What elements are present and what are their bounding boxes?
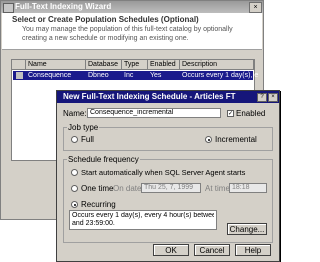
table-row[interactable]: Consequence Dbneo Inc Yes Occurs every 1… — [13, 71, 258, 80]
schedule-dialog: New Full-Text Indexing Schedule - Articl… — [56, 90, 280, 262]
wizard-header: Select or Create Population Schedules (O… — [2, 13, 262, 50]
dialog-close-button[interactable]: × — [268, 93, 278, 102]
row-name: Consequence — [28, 72, 72, 79]
row-database: Dbneo — [88, 72, 109, 79]
on-date-label: On date: — [113, 184, 144, 193]
wizard-header-line1: You may manage the population of this fu… — [22, 26, 233, 33]
recurring-desc-line2: and 23:59:00. — [72, 220, 115, 227]
column-header-enabled[interactable]: Enabled — [148, 60, 180, 70]
cancel-button[interactable]: Cancel — [194, 244, 230, 256]
column-header-icon — [12, 60, 26, 70]
row-enabled: Yes — [150, 72, 162, 79]
schedule-frequency-title: Schedule frequency — [67, 155, 140, 164]
wizard-header-line2: creating a new schedule or modifying an … — [22, 35, 189, 42]
enabled-checkbox[interactable]: ✓ — [227, 110, 234, 117]
recurring-radio[interactable] — [71, 201, 78, 208]
start-auto-label: Start automatically when SQL Server Agen… — [81, 168, 246, 177]
dialog-title-bar: New Full-Text Indexing Schedule - Articl… — [57, 91, 279, 103]
wizard-close-button[interactable]: × — [249, 2, 262, 13]
one-time-label: One time — [81, 184, 114, 193]
name-input[interactable]: Consequence_incremental — [87, 108, 221, 118]
recurring-desc-line1: Occurs every 1 day(s), every 4 hour(s) b… — [72, 212, 214, 219]
recurring-label: Recurring — [81, 200, 116, 209]
wizard-header-title: Select or Create Population Schedules (O… — [12, 15, 199, 24]
app-icon — [3, 3, 14, 13]
recurring-description: Occurs every 1 day(s), every 4 hour(s) b… — [69, 210, 217, 230]
enabled-label: Enabled — [236, 109, 266, 118]
one-time-radio[interactable] — [71, 185, 78, 192]
row-description: Occurs every 1 day(s), e — [182, 72, 259, 79]
wizard-title: Full-Text Indexing Wizard — [15, 2, 112, 11]
help-icon[interactable]: ? — [257, 93, 267, 102]
dialog-title: New Full-Text Indexing Schedule - Articl… — [63, 92, 236, 101]
help-button[interactable]: Help — [235, 244, 271, 256]
start-auto-radio[interactable] — [71, 169, 78, 176]
full-radio[interactable] — [71, 136, 78, 143]
on-date-input[interactable]: Thu 25, 7, 1999 — [141, 183, 201, 193]
schedule-icon — [16, 72, 23, 79]
incremental-radio[interactable] — [205, 136, 212, 143]
column-header-name[interactable]: Name — [26, 60, 86, 70]
change-button[interactable]: Change... — [227, 223, 267, 235]
incremental-label: Incremental — [215, 135, 257, 144]
ok-button[interactable]: OK — [153, 244, 189, 256]
row-type: Inc — [124, 72, 134, 79]
wizard-title-bar: Full-Text Indexing Wizard × — [1, 1, 263, 13]
job-type-title: Job type — [67, 123, 100, 132]
column-header-description[interactable]: Description — [180, 60, 254, 70]
at-time-input[interactable]: 18:18 — [229, 183, 267, 193]
full-label: Full — [81, 135, 94, 144]
column-header-database[interactable]: Database — [86, 60, 122, 70]
column-header-type[interactable]: Type — [122, 60, 148, 70]
name-label: Name: — [63, 109, 87, 118]
